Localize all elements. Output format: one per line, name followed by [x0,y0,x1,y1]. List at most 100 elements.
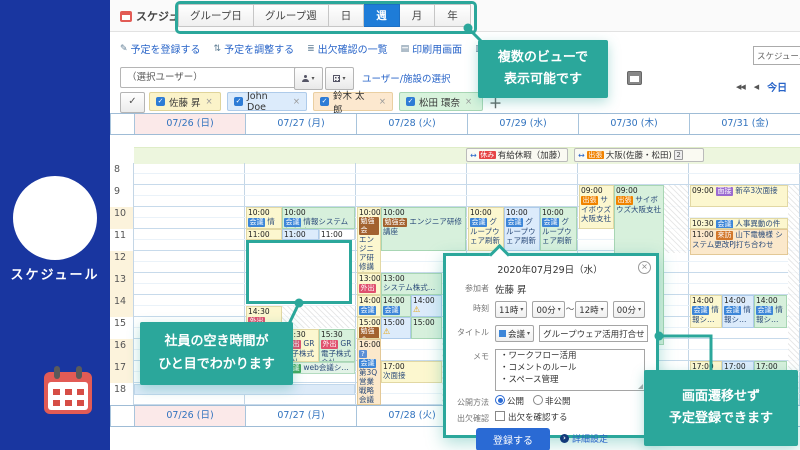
header-date[interactable]: 07/31 (金) [689,114,800,134]
header-date[interactable]: 07/27 (月) [245,114,356,134]
tab-group-day[interactable]: グループ日 [178,4,254,27]
event-chip[interactable]: 11:00 [319,229,355,240]
user-chip-matsuda[interactable]: ✓ 松田 環奈 × [399,92,483,111]
header-date[interactable]: 07/29 (水) [467,114,578,134]
tab-year[interactable]: 年 [435,4,471,27]
attendance-label: 出欠確認 [452,411,489,424]
attendance-checkbox[interactable]: 出欠を確認する [495,411,568,423]
checkbox-checked-icon[interactable]: ✓ [406,97,415,106]
event-chip[interactable]: 15:00勉強会 [357,317,381,339]
prev-week-icon[interactable]: ◀◀ [736,83,745,91]
tab-day[interactable]: 日 [329,4,365,27]
title-input[interactable]: グループウェア活用打合せ [539,325,648,342]
view-tab-bar: グループ日 グループ週 日 週 月 年 [178,4,471,27]
event-chip[interactable]: 10:00会議 情報システム部定例 [282,207,355,229]
prev-day-icon[interactable]: ◀ [754,83,758,91]
event-chip[interactable]: 14:00会議 情報シ… [754,295,787,328]
register-event-link[interactable]: ✎ 予定を登録する [120,41,201,56]
remove-user-icon[interactable]: × [206,97,213,107]
event-chip[interactable]: 17:00次面接 [381,361,442,383]
checkbox-checked-icon[interactable]: ✓ [156,97,165,106]
memo-textarea[interactable]: ・ワークフロー活用 ・コメントのルール ・スペース管理 [495,349,645,391]
header-date[interactable]: 07/26 (日) [134,114,245,134]
person-icon [302,75,309,82]
event-chip[interactable]: 13:00システム株式… [381,273,442,295]
remove-user-icon[interactable]: × [465,97,472,107]
header-date[interactable]: 07/30 (木) [578,114,689,134]
event-chip[interactable]: 14:00会議 情報シ… [722,295,754,328]
arrows-icon: ⇅ [214,44,222,54]
event-chip[interactable]: 10:30 会議 人事異動の件 [690,218,788,229]
event-chip[interactable]: 10:00勉強会 エンジニア研修講座 [381,207,466,251]
end-minute-select[interactable]: 00分▾ [613,301,645,318]
chevron-down-icon: ▾ [342,75,345,82]
banner-event-trip[interactable]: ↔ 出張 大阪(佐藤・松田) 2 [574,148,704,162]
event-chip[interactable]: 16:00? 会議第3Q営業戦略会議 [357,339,381,405]
user-facility-select-link[interactable]: ユーザー/施設の選択 [362,71,451,85]
event-chip[interactable]: 11:00 来訪 山下電機様 システム更改PJ打ち合わせ [690,229,788,255]
checkbox-checked-icon[interactable]: ✓ [320,97,329,106]
event-band[interactable] [134,384,355,395]
event-chip[interactable]: 10:00会議 グループウェア刷新 [504,207,540,251]
event-chip[interactable]: 10:00会議 グループウェア刷新 [540,207,577,251]
event-chip[interactable]: 15:30外出 GR電子株式会社 [319,329,355,362]
calendar-header-row: 07/26 (日) 07/27 (月) 07/28 (火) 07/29 (水) … [110,113,800,135]
print-view-link[interactable]: ▤ 印刷用画面 [401,41,463,56]
start-hour-select[interactable]: 11時▾ [495,301,527,318]
close-icon[interactable]: × [638,261,651,274]
event-chip[interactable]: 11:00 [282,229,319,240]
time-label: 時刻 [452,301,489,314]
calendar-ring-icon [76,366,82,379]
event-chip[interactable]: 10:00会議 情報シ… [246,207,282,229]
hour-label: 10 [110,207,133,229]
remove-user-icon[interactable]: × [379,97,386,107]
event-chip[interactable]: 14:00会議 情報シ… [690,295,722,328]
tab-week[interactable]: 週 [364,4,400,27]
event-chip[interactable]: 14:00会議 [381,295,411,317]
event-chip[interactable]: 09:00 面接 新卒3次面接 [690,185,788,207]
tab-month[interactable]: 月 [400,4,436,27]
detail-settings-link[interactable]: › 詳細設定 [560,428,608,445]
warning-icon: ⚠ [383,327,390,336]
event-chip[interactable]: 11:00 [246,229,282,240]
callout-free-time: 社員の空き時間が ひと目でわかります [140,322,293,385]
radio-public[interactable]: 公開 [495,395,524,407]
chevron-down-icon: ▾ [527,330,530,337]
today-link[interactable]: 今日 [767,79,787,94]
attendance-list-link[interactable]: ≣ 出欠確認の一覧 [307,41,388,56]
header-date[interactable]: 07/28 (火) [356,114,467,134]
schedule-search-input[interactable] [753,46,800,65]
remove-user-icon[interactable]: × [293,97,300,107]
banner-event-vacation[interactable]: ↔ 休み 有給休暇（加藤） 2 [466,148,568,162]
callout-multiple-views: 複数のビューで 表示可能です [478,40,608,98]
user-select-dropdown[interactable]: （選択ユーザー） [120,67,300,88]
footer-date[interactable]: 07/26 (日) [134,406,245,426]
category-select[interactable]: 会議▾ [495,325,534,342]
radio-private[interactable]: 非公開 [533,395,571,407]
event-chip[interactable]: 10:00勉強会エンジニア研修講座 [357,207,381,273]
checkbox-checked-icon[interactable]: ✓ [234,97,243,106]
event-chip[interactable]: 15:00⚠ [381,317,411,339]
event-chip[interactable]: 14:00会議週次… [357,295,381,317]
user-chip-suzuki[interactable]: ✓ 鈴木 太郎 × [313,92,393,111]
end-hour-select[interactable]: 12時▾ [575,301,607,318]
event-chip[interactable]: 09:00出張 サイボウズ大阪支社 [579,185,614,229]
user-chip-john[interactable]: ✓ John Doe × [227,92,307,111]
question-flag-icon: ? [359,350,367,358]
user-picker-button[interactable]: ▾ [294,67,323,90]
hour-label: 18 [110,383,133,405]
start-minute-select[interactable]: 00分▾ [532,301,564,318]
register-button[interactable]: 登録する [476,428,550,450]
select-all-checkbox[interactable]: ✓ [120,92,145,113]
adjust-event-link[interactable]: ⇅ 予定を調整する [214,41,295,56]
event-chip[interactable]: 15:00 [411,317,442,339]
event-chip[interactable]: 14:00⚠ [411,295,442,317]
calendar-icon [44,372,92,414]
visibility-label: 公開方法 [452,395,489,408]
tab-group-week[interactable]: グループ週 [254,4,329,27]
footer-date[interactable]: 07/27 (月) [245,406,356,426]
user-chip-sato[interactable]: ✓ 佐藤 昇 × [149,92,221,111]
event-chip[interactable]: 13:00外出CY… [357,273,381,295]
date-picker-icon[interactable] [627,71,642,85]
pencil-icon: ✎ [120,44,128,54]
